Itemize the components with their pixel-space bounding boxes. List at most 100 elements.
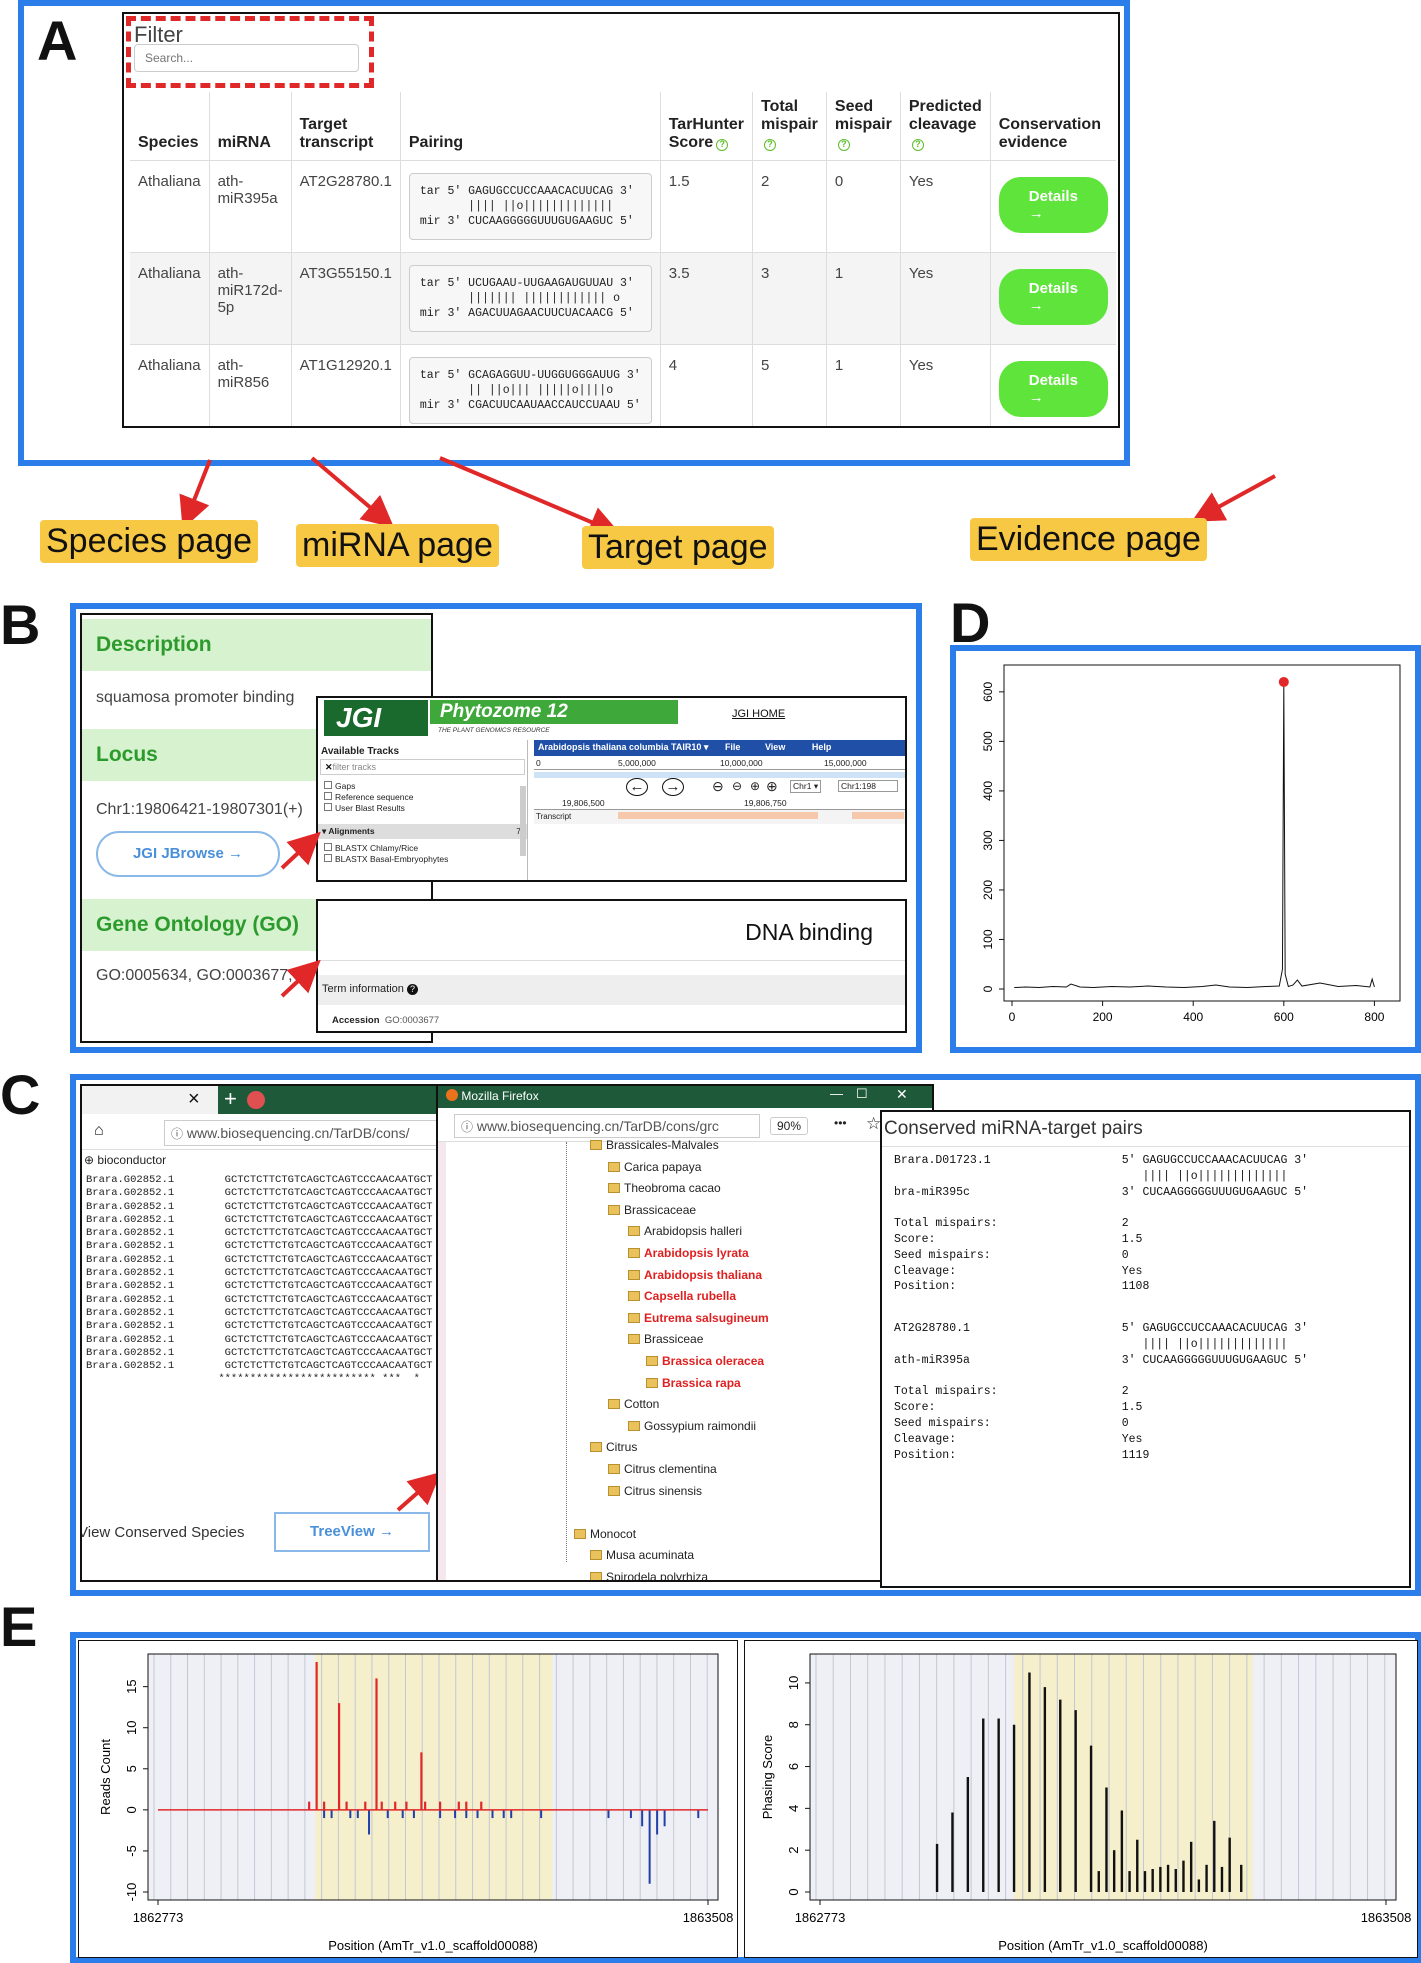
sequence: GCTCTCTTCTGTCAGCTCAGTCCCAACAATGCT [224,1306,433,1319]
jgi-logo: JGI [324,700,428,736]
close-icon[interactable]: ✕ [896,1086,908,1103]
tree-node[interactable]: Arabidopsis halleri [628,1221,742,1243]
x-axis-label: Position (AmTr_v1.0_scaffold00088) [998,1938,1208,1953]
tree-node[interactable]: Cotton [608,1394,659,1416]
more-icon[interactable]: ••• [834,1116,847,1130]
zoom-out-small-icon[interactable]: ⊖ [732,779,742,793]
scale-tick: 10,000,000 [720,758,763,768]
pan-right-icon[interactable]: → [662,778,684,796]
genome-name: Arabidopsis thaliana columbia TAIR10 [538,742,702,752]
panel-b-arrows [280,831,321,998]
tree-node-label: Brassica rapa [662,1375,741,1390]
highlight-region [1014,1654,1253,1900]
jgi-home-link[interactable]: JGI HOME [732,708,785,720]
alignments-header[interactable]: ▾ Alignments 7 [318,824,527,839]
question-icon[interactable]: ? [406,984,418,995]
track-item[interactable]: User Blast Results [324,803,521,814]
sequence: GCTCTCTTCTGTCAGCTCAGTCCCAACAATGCT [224,1360,433,1373]
tree-node[interactable]: Eutrema salsugineum [628,1308,769,1330]
sequence-alignment: Brara.G02852.1 GCTCTCTTCTGTCAGCTCAGTCCCA… [82,1172,438,1389]
tree-node[interactable]: Spirodela polyrhiza [590,1567,709,1582]
alignment-row: Brara.G02852.1 GCTCTCTTCTGTCAGCTCAGTCCCA… [86,1227,434,1240]
transcript-feature[interactable] [618,812,818,819]
sequence-id: Brara.G02852.1 [86,1200,175,1213]
tree-node[interactable]: Brassicales-Malvales [590,1135,719,1157]
track-item[interactable]: BLASTX Basal-Embryophytes [324,854,521,865]
folder-icon [628,1248,640,1258]
tab-close-icon[interactable]: × [188,1088,200,1111]
tree-node[interactable]: Arabidopsis thaliana [628,1265,762,1287]
star-icon[interactable]: ☆ [866,1114,881,1134]
position-ruler: 19,806,500 19,806,750 [534,798,905,810]
tree-node[interactable]: Citrus clementina [608,1459,717,1481]
folder-icon [590,1572,602,1580]
tree-node[interactable]: Brassica oleracea [646,1351,764,1373]
menu-view[interactable]: View [765,742,785,752]
description-heading: Description [82,619,431,671]
y-tick-label: 400 [981,781,995,801]
pan-left-icon[interactable]: ← [626,778,648,796]
firefox-window: Mozilla Firefox — ☐ ✕ ⓘ www.biosequencin… [436,1084,934,1582]
zoom-level[interactable]: 90% [770,1117,809,1135]
menu-file[interactable]: File [725,742,741,752]
minimize-icon[interactable]: — [830,1086,843,1101]
jbrowse-button[interactable]: JGI JBrowse → [96,831,280,877]
url-field[interactable]: ⓘ www.biosequencing.cn/TarDB/cons/ [164,1120,438,1146]
tree-node[interactable]: Citrus sinensis [608,1481,702,1503]
track-scrollbar[interactable] [520,786,526,856]
tree-node[interactable]: Brassica rapa [646,1373,741,1395]
y-tick-label: 600 [981,682,995,702]
track-filter-input[interactable]: ✕filter tracks [320,759,525,775]
track-label: BLASTX Chlamy/Rice [335,843,419,853]
bookmark-bioconductor[interactable]: bioconductor [97,1153,166,1167]
tree-node-label: Spirodela polyrhiza [606,1570,709,1582]
arrow-icon [439,456,622,537]
zoom-in-small-icon[interactable]: ⊕ [750,779,760,793]
tree-node[interactable]: Monocot [574,1524,636,1546]
callout-mirna-page: miRNA page [296,524,499,567]
checkbox-icon[interactable] [324,781,332,789]
panel-label-c: C [0,1063,41,1126]
tree-node[interactable]: Brassicaceae [608,1200,696,1222]
maximize-icon[interactable]: ☐ [856,1086,868,1102]
new-tab-button[interactable]: + [224,1086,237,1112]
tree-node[interactable]: Theobroma cacao [608,1178,721,1200]
tree-node[interactable]: Brassiceae [628,1329,703,1351]
chromosome-select[interactable]: Chr1 ▾ [790,780,822,793]
sequence: GCTCTCTTCTGTCAGCTCAGTCCCAACAATGCT [224,1200,433,1213]
track-item[interactable]: BLASTX Chlamy/Rice [324,843,521,854]
checkbox-icon[interactable] [324,792,332,800]
url-text: www.biosequencing.cn/TarDB/cons/ [186,1125,410,1141]
track-item[interactable]: Gaps [324,781,521,792]
info-icon[interactable]: ⓘ [461,1120,473,1134]
peak-marker[interactable] [1278,676,1289,687]
tree-node[interactable]: Arabidopsis lyrata [628,1243,749,1265]
tree-node[interactable]: Carica papaya [608,1157,701,1179]
y-axis-label: Reads Count [98,1739,113,1815]
info-icon[interactable]: ⓘ [171,1127,183,1141]
y-axis-label: Phasing Score [760,1735,775,1820]
sequence-id: Brara.G02852.1 [86,1240,175,1253]
tree-node[interactable]: Gossypium raimondii [628,1416,756,1438]
transcript-feature[interactable] [852,812,904,819]
folder-icon [608,1183,620,1194]
alignment-browser: × + ⌂ ⓘ www.biosequencing.cn/TarDB/cons/… [80,1084,440,1582]
transcript-track-label[interactable]: Transcript [536,812,571,821]
menu-help[interactable]: Help [812,742,832,752]
location-input[interactable]: Chr1:198 [838,780,898,792]
zoom-in-icon[interactable]: ⊕ [766,778,778,795]
close-icon[interactable]: ✕ [325,762,333,772]
tree-node[interactable]: Capsella rubella [628,1286,736,1308]
zoom-out-icon[interactable]: ⊖ [712,778,724,795]
alignment-row: Brara.G02852.1 GCTCTCTTCTGTCAGCTCAGTCCCA… [86,1360,434,1373]
x-tick-label: 0 [1009,1010,1016,1024]
home-icon[interactable]: ⌂ [94,1122,104,1140]
conservation-stars: ************************* *** * [86,1373,420,1386]
tree-node[interactable]: Citrus [590,1437,637,1459]
track-item[interactable]: Reference sequence [324,792,521,803]
sequence-id: Brara.G02852.1 [86,1187,175,1200]
tree-node[interactable]: Musa acuminata [590,1545,694,1567]
alignments-label: Alignments [328,826,375,836]
genome-selector[interactable]: Arabidopsis thaliana columbia TAIR10 ▾ [538,742,708,752]
panel-a-arrows [179,456,1276,537]
